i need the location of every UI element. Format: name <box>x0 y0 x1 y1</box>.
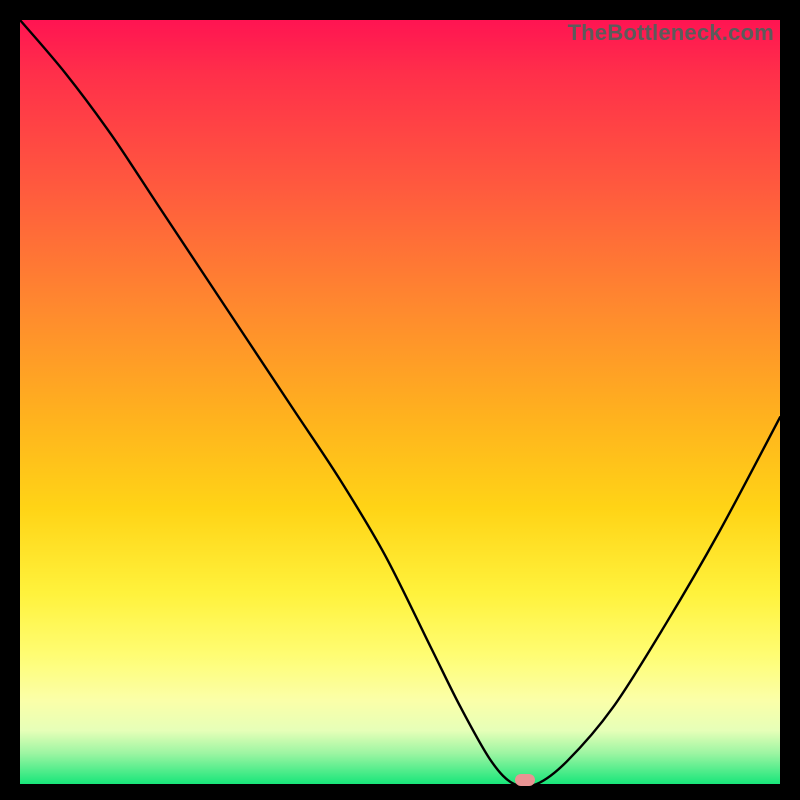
chart-frame: TheBottleneck.com <box>0 0 800 800</box>
bottleneck-curve <box>20 20 780 784</box>
minimum-marker <box>515 774 535 786</box>
curve-path <box>20 20 780 787</box>
chart-plot-area: TheBottleneck.com <box>20 20 780 784</box>
